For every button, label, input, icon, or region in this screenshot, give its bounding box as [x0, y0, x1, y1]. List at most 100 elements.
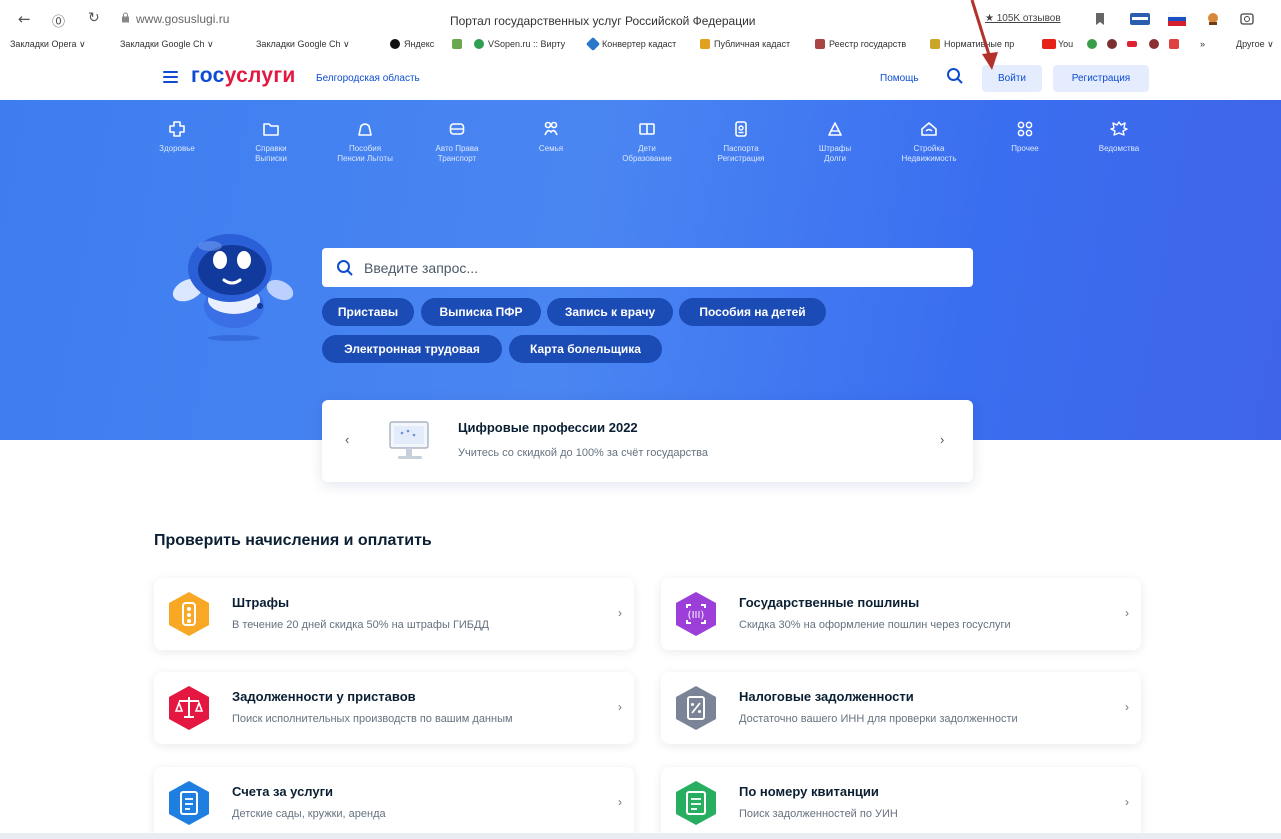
bookmark-other[interactable]: Другое ∨	[1236, 39, 1274, 50]
card-receipt-number[interactable]: По номеру квитанции Поиск задолженностей…	[661, 767, 1141, 839]
chevron-right-icon: ›	[618, 700, 622, 714]
category-children[interactable]: Дети Образование	[604, 120, 690, 164]
yandex-icon	[390, 39, 400, 49]
site-icon	[1149, 39, 1159, 49]
section-title: Проверить начисления и оплатить	[154, 532, 432, 549]
category-label: Регистрация	[717, 154, 765, 163]
car-icon	[449, 123, 465, 135]
robot-mascot	[172, 234, 294, 341]
card-state-duties[interactable]: (III) Государственные пошлины Скидка 30%…	[661, 578, 1141, 650]
bookmark-icon[interactable]	[1093, 12, 1107, 26]
chevron-right-icon: ›	[1125, 795, 1129, 809]
back-icon[interactable]: ←	[18, 10, 31, 28]
search-input[interactable]	[364, 259, 924, 276]
bill-icon	[169, 781, 209, 825]
bookmark-item[interactable]: Закладки Google Ch ∨	[256, 39, 350, 50]
bookmark-item[interactable]: Публичная кадаст	[714, 39, 790, 49]
card-bailiff-debts[interactable]: Задолженности у приставов Поиск исполнит…	[154, 672, 634, 744]
card-title: Задолженности у приставов	[232, 689, 416, 704]
category-agencies[interactable]: Ведомства	[1076, 120, 1162, 154]
gosuslugi-logo[interactable]: госуслуги	[191, 64, 296, 88]
region-selector[interactable]: Белгородская область	[316, 73, 420, 84]
category-label: Стройка	[913, 144, 945, 153]
health-icon	[169, 121, 185, 137]
promo-prev-button[interactable]: ‹	[345, 432, 349, 447]
category-construction[interactable]: Стройка Недвижимость	[886, 120, 972, 164]
chevron-right-icon: ›	[618, 795, 622, 809]
card-subtitle: Достаточно вашего ИНН для проверки задол…	[739, 713, 1018, 725]
category-label: Транспорт	[437, 154, 477, 163]
category-health[interactable]: Здоровье	[134, 120, 220, 154]
promo-next-button[interactable]: ›	[940, 432, 944, 447]
category-label: Пенсии Льготы	[337, 154, 393, 163]
bookmark-item[interactable]: Закладки Google Ch ∨	[120, 39, 214, 50]
benefits-icon	[358, 123, 372, 136]
opera-icon[interactable]: ⓪	[52, 11, 65, 30]
category-auto[interactable]: Авто Права Транспорт	[414, 120, 500, 164]
bookmark-item[interactable]: Реестр государств	[829, 39, 906, 49]
chip-child-benefits[interactable]: Пособия на детей	[679, 298, 826, 326]
chevron-right-icon: ›	[618, 606, 622, 620]
card-fines[interactable]: Штрафы В течение 20 дней скидка 50% на ш…	[154, 578, 634, 650]
reload-icon[interactable]: ↻	[88, 10, 100, 26]
bookmark-item[interactable]: Яндекс	[404, 39, 434, 49]
category-label: Долги	[824, 154, 846, 163]
tax-icon	[676, 686, 716, 730]
card-subtitle: Поиск задолженностей по УИН	[739, 808, 898, 820]
card-title: Налоговые задолженности	[739, 689, 914, 704]
category-label: Выписки	[255, 154, 287, 163]
category-other[interactable]: Прочее	[982, 120, 1068, 154]
category-label: Недвижимость	[901, 154, 957, 163]
folder-icon	[263, 123, 279, 136]
category-label: Семья	[538, 144, 564, 153]
category-certificates[interactable]: Справки Выписки	[228, 120, 314, 164]
address-bar[interactable]: www.gosuslugi.ru	[136, 12, 229, 26]
chip-pfr-statement[interactable]: Выписка ПФР	[421, 298, 541, 326]
card-title: По номеру квитанции	[739, 784, 879, 799]
card-title: Счета за услуги	[232, 784, 334, 799]
category-label: Справки	[255, 144, 287, 153]
site-icon	[1107, 39, 1117, 49]
help-link[interactable]: Помощь	[880, 73, 919, 84]
chip-electronic-workbook[interactable]: Электронная трудовая	[322, 335, 502, 363]
promo-title: Цифровые профессии 2022	[458, 420, 638, 435]
search-box[interactable]	[322, 248, 973, 287]
chip-fan-card[interactable]: Карта болельщика	[509, 335, 662, 363]
category-fines[interactable]: Штрафы Долги	[792, 120, 878, 164]
wallet-icon[interactable]	[1130, 12, 1150, 26]
chip-doctor-appointment[interactable]: Запись к врачу	[547, 298, 673, 326]
category-label: Дети	[638, 144, 656, 153]
lock-icon	[122, 12, 129, 23]
receipt-icon	[676, 781, 716, 825]
category-benefits[interactable]: Пособия Пенсии Льготы	[322, 120, 408, 164]
maps-pin-icon	[1087, 39, 1097, 49]
traffic-light-icon	[169, 592, 209, 636]
category-label: Штрафы	[818, 144, 852, 153]
tab-title: Портал государственных услуг Российской …	[450, 14, 756, 28]
card-service-bills[interactable]: Счета за услуги Детские сады, кружки, ар…	[154, 767, 634, 839]
card-title: Государственные пошлины	[739, 595, 920, 610]
menu-icon[interactable]	[163, 71, 178, 83]
card-subtitle: Поиск исполнительных производств по ваши…	[232, 713, 513, 725]
search-icon	[337, 259, 353, 276]
svg-text:(III): (III)	[688, 610, 705, 621]
bookmark-item[interactable]: VSopen.ru :: Вирту	[488, 39, 565, 49]
chip-bailiffs[interactable]: Приставы	[322, 298, 414, 326]
register-button[interactable]: Регистрация	[1053, 65, 1149, 92]
category-label: Здоровье	[159, 144, 195, 153]
category-family[interactable]: Семья	[508, 120, 594, 154]
card-tax-debts[interactable]: Налоговые задолженности Достаточно вашег…	[661, 672, 1141, 744]
site-icon	[1169, 39, 1179, 49]
category-passport[interactable]: Паспорта Регистрация	[698, 120, 784, 164]
category-label: Образование	[622, 154, 672, 163]
card-subtitle: В течение 20 дней скидка 50% на штрафы Г…	[232, 619, 489, 631]
bookmarks-more[interactable]: »	[1200, 39, 1205, 49]
promo-subtitle: Учитесь со скидкой до 100% за счёт госуд…	[458, 447, 708, 459]
bottom-strip	[0, 833, 1281, 839]
bookmark-item[interactable]: You	[1058, 39, 1073, 49]
flag-icon[interactable]	[1168, 12, 1186, 26]
bookmark-item[interactable]: Конвертер кадаст	[602, 39, 676, 49]
bookmark-item[interactable]: Закладки Opera ∨	[10, 39, 86, 50]
snapshot-icon[interactable]	[1240, 12, 1254, 26]
extension-icon[interactable]	[1206, 12, 1220, 26]
